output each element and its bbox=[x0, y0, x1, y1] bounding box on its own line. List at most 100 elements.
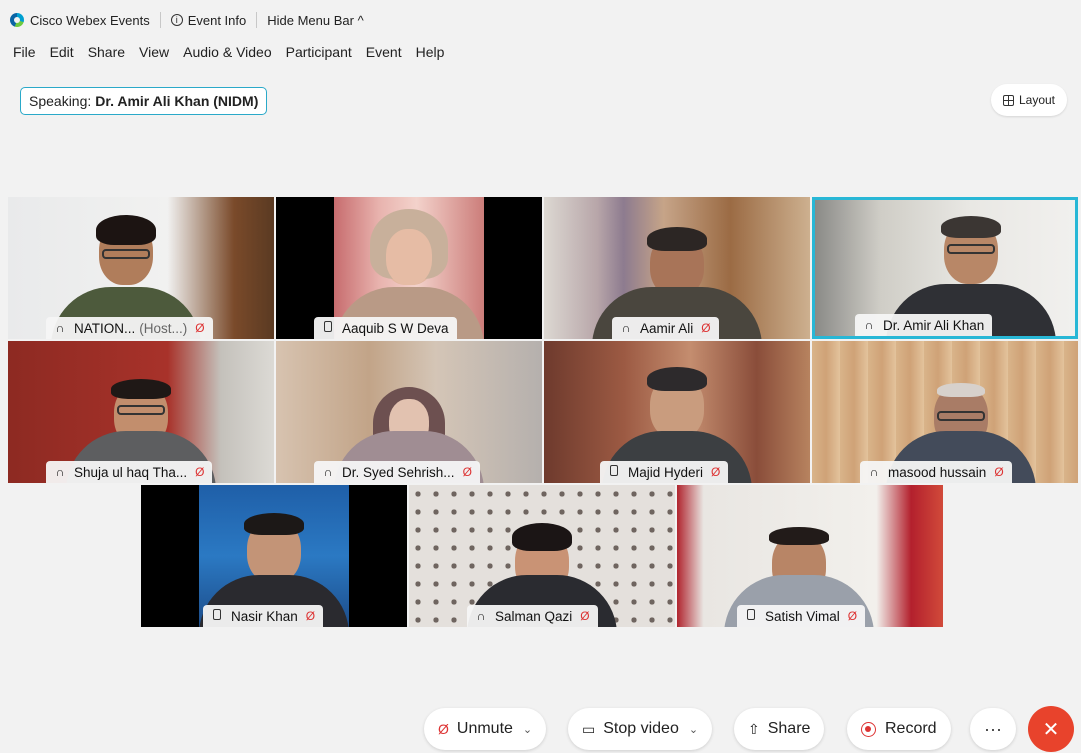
video-tile-active-speaker[interactable]: ∩ Dr. Amir Ali Khan bbox=[812, 197, 1078, 339]
participant-name: Aamir Ali bbox=[640, 320, 694, 336]
event-info-button[interactable]: i Event Info bbox=[161, 11, 257, 29]
menu-share[interactable]: Share bbox=[81, 44, 132, 66]
name-label: ∩ NATION... (Host...) Ø bbox=[46, 317, 213, 339]
phone-icon bbox=[213, 609, 221, 620]
headset-icon: ∩ bbox=[476, 609, 486, 623]
menu-file[interactable]: File bbox=[6, 44, 43, 66]
video-tile[interactable]: ∩ NATION... (Host...) Ø bbox=[8, 197, 274, 339]
name-label: ∩ Dr. Amir Ali Khan bbox=[855, 314, 993, 336]
mic-muted-icon: Ø bbox=[847, 609, 858, 623]
hair bbox=[647, 227, 707, 251]
hide-menu-bar-button[interactable]: Hide Menu Bar ^ bbox=[257, 11, 373, 29]
chevron-down-icon[interactable]: ⌄ bbox=[523, 723, 532, 736]
more-icon: ··· bbox=[984, 718, 1002, 739]
more-options-button[interactable]: ··· bbox=[970, 708, 1016, 750]
name-label: Aaquib S W Deva bbox=[314, 317, 457, 339]
video-tile[interactable]: ∩ Salman Qazi Ø bbox=[409, 485, 675, 627]
video-tile[interactable]: Aaquib S W Deva bbox=[276, 197, 542, 339]
title-bar: Cisco Webex Events i Event Info Hide Men… bbox=[0, 0, 1081, 40]
participant-name: Nasir Khan bbox=[231, 608, 298, 624]
participant-name: Salman Qazi bbox=[495, 608, 573, 624]
participant-name: Aaquib S W Deva bbox=[342, 320, 449, 336]
name-label: ∩ Salman Qazi Ø bbox=[467, 605, 598, 627]
record-label: Record bbox=[885, 720, 937, 737]
name-label: ∩ Shuja ul haq Tha... Ø bbox=[46, 461, 213, 483]
record-icon bbox=[861, 721, 876, 737]
phone-icon bbox=[324, 321, 332, 332]
video-tile[interactable]: ∩ Aamir Ali Ø bbox=[544, 197, 810, 339]
menu-edit[interactable]: Edit bbox=[43, 44, 81, 66]
mic-muted-icon: Ø bbox=[701, 321, 711, 335]
mic-muted-icon: Ø bbox=[438, 721, 449, 737]
mic-muted-icon: Ø bbox=[305, 609, 316, 623]
face bbox=[386, 229, 432, 285]
app-title: Cisco Webex Events bbox=[0, 11, 160, 29]
layout-button[interactable]: Layout bbox=[990, 84, 1067, 116]
participant-name: Shuja ul haq Tha... bbox=[74, 464, 188, 480]
menu-view[interactable]: View bbox=[132, 44, 176, 66]
phone-icon bbox=[610, 465, 618, 476]
menu-audio-video[interactable]: Audio & Video bbox=[176, 44, 278, 66]
speaking-name: Dr. Amir Ali Khan (NIDM) bbox=[95, 93, 259, 109]
phone-icon-wrap bbox=[608, 465, 620, 479]
video-grid: ∩ NATION... (Host...) Ø Aaquib S W Deva … bbox=[8, 197, 1080, 627]
glasses bbox=[947, 244, 995, 254]
hair bbox=[941, 216, 1001, 238]
stop-video-button[interactable]: ▭ Stop video ⌄ bbox=[568, 708, 713, 750]
hair bbox=[111, 379, 171, 399]
headset-icon: ∩ bbox=[864, 318, 874, 332]
share-button[interactable]: ⇧ Share bbox=[734, 708, 825, 750]
chevron-down-icon[interactable]: ⌄ bbox=[689, 723, 698, 736]
mic-muted-icon: Ø bbox=[195, 321, 205, 335]
video-tile[interactable]: ∩ Shuja ul haq Tha... Ø bbox=[8, 341, 274, 483]
mic-muted-icon: Ø bbox=[711, 465, 721, 479]
hair bbox=[244, 513, 304, 535]
record-button[interactable]: Record bbox=[847, 708, 951, 750]
headset-icon: ∩ bbox=[55, 321, 65, 335]
name-label: Nasir Khan Ø bbox=[203, 605, 324, 627]
headset-icon: ∩ bbox=[323, 465, 333, 479]
video-tile[interactable]: Satish Vimal Ø bbox=[677, 485, 943, 627]
participant-name: Dr. Amir Ali Khan bbox=[883, 317, 985, 333]
menu-event[interactable]: Event bbox=[359, 44, 409, 66]
meeting-controls: Ø Unmute ⌄ ▭ Stop video ⌄ ⇧ Share Record… bbox=[0, 706, 1081, 752]
share-label: Share bbox=[767, 720, 811, 737]
participant-name: masood hussain bbox=[888, 464, 987, 480]
name-label: ∩ masood hussain Ø bbox=[860, 461, 1012, 483]
video-tile[interactable]: Majid Hyderi Ø bbox=[544, 341, 810, 483]
share-icon: ⇧ bbox=[748, 720, 760, 737]
video-camera-icon: ▭ bbox=[582, 720, 596, 737]
hair bbox=[936, 383, 985, 397]
stop-video-label: Stop video bbox=[603, 720, 679, 737]
webex-logo-icon bbox=[10, 13, 24, 27]
video-tile[interactable]: ∩ Dr. Syed Sehrish... Ø bbox=[276, 341, 542, 483]
close-icon: ✕ bbox=[1042, 718, 1060, 741]
hair bbox=[512, 523, 572, 551]
headset-icon: ∩ bbox=[621, 321, 631, 335]
beanie bbox=[647, 367, 707, 391]
unmute-button[interactable]: Ø Unmute ⌄ bbox=[424, 708, 547, 750]
event-info-label: Event Info bbox=[187, 12, 247, 28]
participant-name: Satish Vimal bbox=[765, 608, 840, 624]
glasses bbox=[936, 411, 985, 421]
phone-icon-wrap bbox=[322, 321, 334, 335]
app-name: Cisco Webex Events bbox=[30, 12, 150, 28]
mic-muted-icon: Ø bbox=[195, 465, 205, 479]
name-label: Majid Hyderi Ø bbox=[600, 461, 729, 483]
glasses bbox=[102, 249, 150, 259]
headset-icon: ∩ bbox=[55, 465, 65, 479]
video-tile[interactable]: ∩ masood hussain Ø bbox=[812, 341, 1078, 483]
hair bbox=[96, 215, 156, 245]
menu-participant[interactable]: Participant bbox=[279, 44, 359, 66]
phone-icon-wrap bbox=[745, 609, 757, 623]
name-label: ∩ Dr. Syed Sehrish... Ø bbox=[314, 461, 480, 483]
video-tile[interactable]: Nasir Khan Ø bbox=[141, 485, 407, 627]
end-meeting-button[interactable]: ✕ bbox=[1028, 706, 1074, 752]
name-label: ∩ Aamir Ali Ø bbox=[612, 317, 719, 339]
glasses bbox=[117, 405, 165, 415]
menu-help[interactable]: Help bbox=[409, 44, 452, 66]
participant-name: Dr. Syed Sehrish... bbox=[342, 464, 455, 480]
menu-bar: File Edit Share View Audio & Video Parti… bbox=[6, 44, 451, 66]
participant-name: Majid Hyderi bbox=[628, 464, 704, 480]
info-icon: i bbox=[170, 14, 183, 26]
